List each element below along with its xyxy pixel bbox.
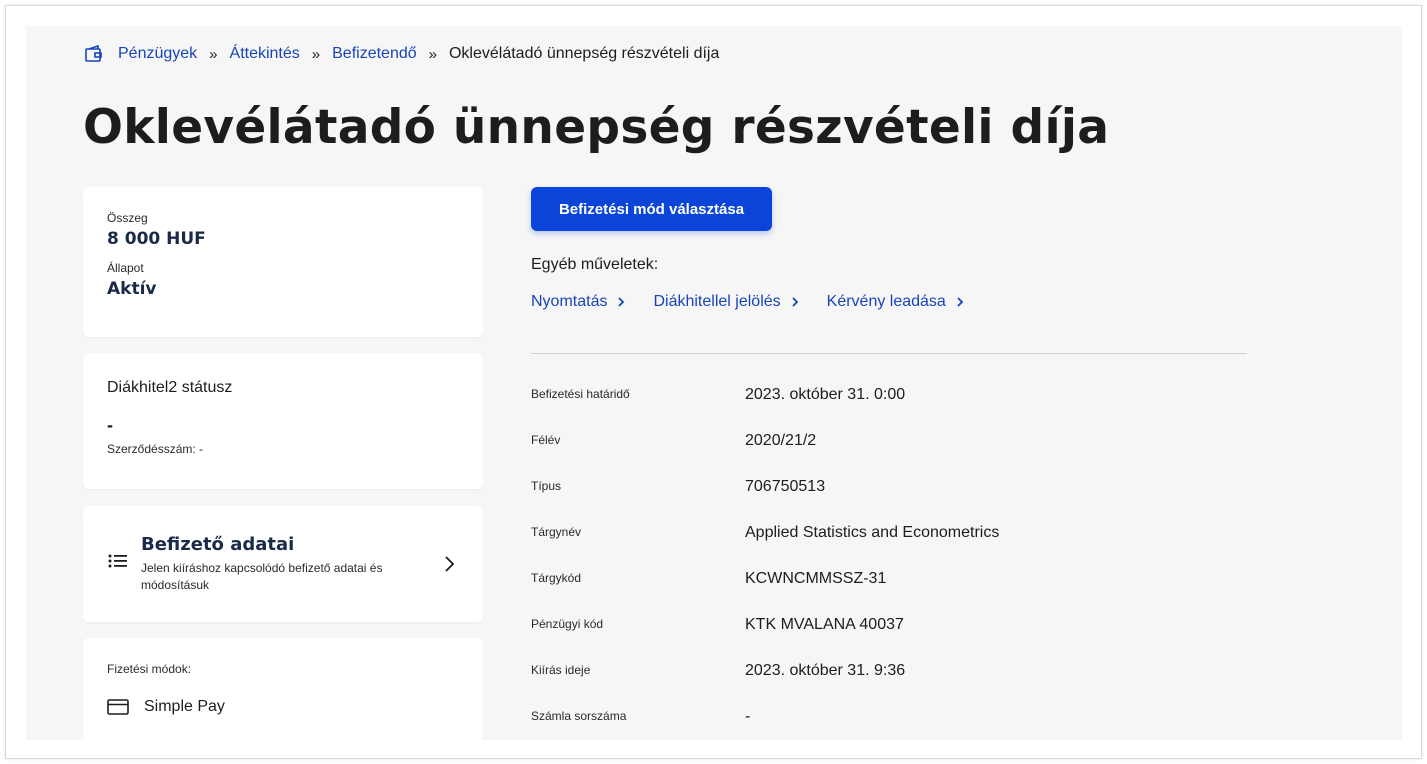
payment-methods-label: Fizetési módok:	[107, 662, 192, 676]
print-link[interactable]: Nyomtatás	[531, 293, 627, 311]
detail-label: Tárgynév	[531, 525, 582, 539]
loan-status-title: Diákhitel2 státusz	[107, 379, 233, 396]
page-canvas: Pénzügyek » Áttekintés » Befizetendő » O…	[26, 26, 1402, 740]
breadcrumb-separator: »	[311, 45, 321, 63]
screenshot-frame: Pénzügyek » Áttekintés » Befizetendő » O…	[5, 5, 1422, 759]
wallet-icon[interactable]	[84, 44, 104, 64]
divider	[531, 353, 1247, 354]
print-link-label: Nyomtatás	[531, 293, 608, 310]
summary-card: Összeg 8 000 HUF Állapot Aktív	[83, 187, 483, 337]
detail-value: KTK MVALANA 40037	[745, 616, 904, 633]
payer-description: Jelen kiíráshoz kapcsolódó befizető adat…	[141, 561, 383, 592]
detail-label: Kiírás ideje	[531, 663, 591, 677]
submit-request-link[interactable]: Kérvény leadása	[827, 293, 966, 311]
student-loan-mark-link[interactable]: Diákhitellel jelölés	[653, 293, 800, 311]
status-label: Állapot	[107, 261, 144, 275]
detail-row: Tárgynév Applied Statistics and Economet…	[531, 515, 1247, 561]
detail-row: Kiírás ideje 2023. október 31. 9:36	[531, 653, 1247, 699]
detail-value: KCWNCMMSSZ-31	[745, 570, 887, 587]
student-loan-mark-label: Diákhitellel jelölés	[653, 293, 781, 310]
detail-value: -	[745, 708, 751, 725]
detail-label: Félév	[531, 433, 561, 447]
detail-value: Applied Statistics and Econometrics	[745, 524, 1000, 541]
list-icon	[107, 550, 129, 572]
breadcrumb-separator: »	[209, 45, 218, 63]
payer-text: Befizető adatai Jelen kiíráshoz kapcsoló…	[141, 534, 427, 594]
chevron-right-icon	[954, 296, 966, 308]
loan-status-value: -	[107, 415, 113, 435]
breadcrumb-item-penzugyek[interactable]: Pénzügyek	[118, 45, 197, 63]
breadcrumb-item-attekintes[interactable]: Áttekintés	[230, 45, 300, 63]
choose-payment-method-button[interactable]: Befizetési mód választása	[531, 187, 772, 231]
detail-value: 706750513	[745, 478, 826, 495]
payment-method-name: Simple Pay	[144, 698, 225, 715]
payment-methods-card: Fizetési módok: Simple Pay	[83, 638, 483, 740]
payer-details-card[interactable]: Befizető adatai Jelen kiíráshoz kapcsoló…	[83, 506, 483, 622]
breadcrumb-item-befizetendo[interactable]: Befizetendő	[332, 45, 417, 63]
page-title: Oklevélátadó ünnepség részvételi díja	[83, 100, 1110, 155]
detail-value: 2023. október 31. 0:00	[745, 386, 906, 403]
detail-label: Számla sorszáma	[531, 709, 627, 723]
detail-row: Befizetési határidő 2023. október 31. 0:…	[531, 377, 1247, 423]
detail-label: Típus	[531, 479, 562, 493]
amount-value: 8 000 HUF	[107, 229, 206, 249]
payer-title: Befizető adatai	[141, 534, 295, 555]
amount-label: Összeg	[107, 211, 148, 225]
breadcrumb-separator: »	[428, 45, 437, 63]
detail-value: 2020/21/2	[745, 432, 817, 449]
breadcrumb: Pénzügyek » Áttekintés » Befizetendő » O…	[84, 38, 719, 70]
detail-value: 2023. október 31. 9:36	[745, 662, 906, 679]
credit-card-icon	[107, 698, 129, 716]
detail-row: Típus 706750513	[531, 469, 1247, 515]
breadcrumb-current: Oklevélátadó ünnepség részvételi díja	[448, 45, 720, 62]
detail-row: Tárgykód KCWNCMMSSZ-31	[531, 561, 1247, 607]
detail-label: Tárgykód	[531, 571, 582, 585]
payment-method-simplepay[interactable]: Simple Pay	[107, 698, 459, 716]
chevron-right-icon	[615, 296, 627, 308]
submit-request-label: Kérvény leadása	[826, 293, 946, 310]
detail-label: Pénzügyi kód	[531, 617, 604, 631]
detail-row: Félév 2020/21/2	[531, 423, 1247, 469]
contract-number: Szerződésszám: -	[107, 442, 204, 456]
other-actions-label: Egyéb műveletek:	[531, 256, 659, 273]
detail-row: Pénzügyi kód KTK MVALANA 40037	[531, 607, 1247, 653]
detail-label: Befizetési határidő	[531, 387, 630, 401]
chevron-right-icon	[789, 296, 801, 308]
details-list: Befizetési határidő 2023. október 31. 0:…	[531, 377, 1247, 740]
status-value: Aktív	[107, 279, 157, 299]
other-actions: Nyomtatás Diákhitellel jelölés Kérvény l…	[531, 293, 992, 311]
detail-row: Számla sorszáma -	[531, 699, 1247, 740]
chevron-right-icon[interactable]	[439, 554, 459, 574]
student-loan-card: Diákhitel2 státusz - Szerződésszám: -	[83, 353, 483, 489]
